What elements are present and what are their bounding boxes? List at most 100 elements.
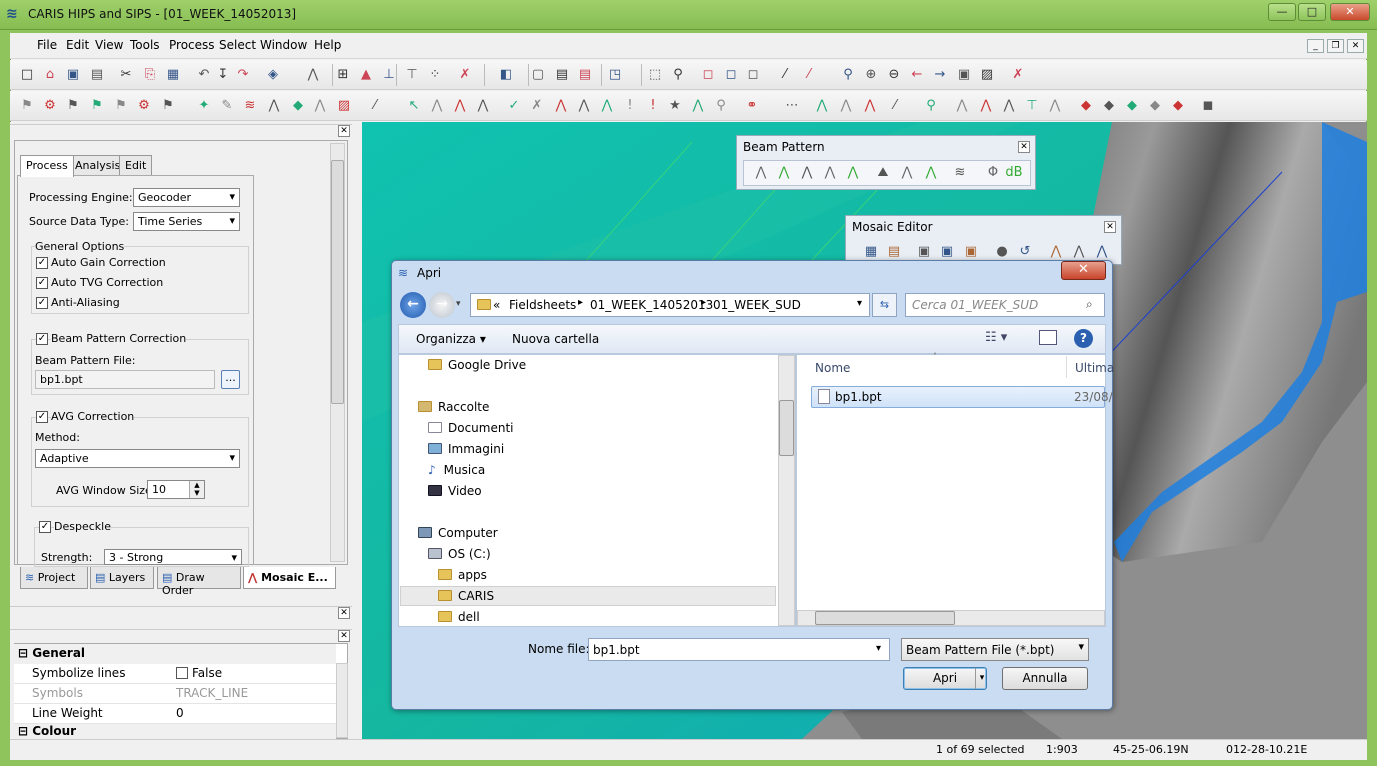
toolbar-tool-icon[interactable]: ▣ <box>955 66 973 84</box>
toolbar-tool-icon[interactable]: ⋀ <box>821 164 839 182</box>
nav-video[interactable]: Video <box>428 484 482 504</box>
toolbar-tool-icon[interactable]: ◆ <box>1169 97 1187 115</box>
close-icon[interactable]: ✕ <box>338 125 350 137</box>
method-select[interactable]: Adaptive <box>35 449 240 468</box>
toolbar-tool-icon[interactable]: ⋀ <box>598 97 616 115</box>
toolbar-tool-icon[interactable]: ▣ <box>962 243 980 261</box>
toolbar-tool-icon[interactable]: ⬚ <box>646 66 664 84</box>
search-input[interactable]: Cerca 01_WEEK_SUD <box>905 293 1105 317</box>
nav-documenti[interactable]: Documenti <box>428 421 514 441</box>
toolbar-tool-icon[interactable]: ⋀ <box>898 164 916 182</box>
avg-window-spinner[interactable]: ▲ ▼ <box>189 481 204 498</box>
toolbar-tool-icon[interactable]: ▤ <box>885 243 903 261</box>
nav-os-drive[interactable]: OS (C:) <box>428 547 491 567</box>
toolbar-tool-icon[interactable]: ⊞ <box>334 66 352 84</box>
engine-select[interactable]: Geocoder <box>133 188 240 207</box>
file-type-select[interactable]: Beam Pattern File (*.bpt) <box>901 638 1089 661</box>
refresh-button[interactable]: ⇆ <box>872 293 897 317</box>
filename-input[interactable]: bp1.bpt <box>588 638 890 661</box>
menu-help[interactable]: Help <box>314 38 341 52</box>
breadcrumb-sep-icon[interactable]: ▸ <box>701 297 706 308</box>
toolbar-tool-icon[interactable]: ⋀ <box>953 97 971 115</box>
minimize-button[interactable]: — <box>1268 3 1296 21</box>
toolbar-tool-icon[interactable]: ⋀ <box>752 164 770 182</box>
menu-window[interactable]: Window <box>260 38 307 52</box>
toolbar-tool-icon[interactable]: ⊤ <box>1023 97 1041 115</box>
toolbar-tool-icon[interactable]: ⎘ <box>141 66 159 84</box>
nav-scroll-thumb[interactable] <box>779 400 794 456</box>
toolbar-tool-icon[interactable]: ✎ <box>218 97 236 115</box>
toolbar-tool-icon[interactable]: ✗ <box>1009 66 1027 84</box>
toolbar-tool-icon[interactable]: ⋀ <box>428 97 446 115</box>
despeckle-checkbox[interactable]: ✓ <box>39 521 51 533</box>
toolbar-tool-icon[interactable]: ▣ <box>915 243 933 261</box>
tab-edit[interactable]: Edit <box>119 155 153 176</box>
toolbar-tool-icon[interactable]: ⚲ <box>839 66 857 84</box>
toolbar-tool-icon[interactable]: ⋀ <box>552 97 570 115</box>
toolbar-tool-icon[interactable]: ◻ <box>744 66 762 84</box>
toolbar-tool-icon[interactable]: ▣ <box>938 243 956 261</box>
mdi-restore-button[interactable]: ❐ <box>1327 39 1344 53</box>
toolbar-tool-icon[interactable]: ⌂ <box>41 66 59 84</box>
toolbar-tool-icon[interactable]: ⋀ <box>798 164 816 182</box>
section-colour[interactable]: ⊟ Colour <box>14 724 336 739</box>
toolbar-tool-icon[interactable]: ⋀ <box>922 164 940 182</box>
toolbar-tool-icon[interactable]: ↺ <box>1016 243 1034 261</box>
toolbar-tool-icon[interactable]: ⋀ <box>474 97 492 115</box>
toolbar-tool-icon[interactable]: ◆ <box>289 97 307 115</box>
breadcrumb-sep-icon[interactable]: ▸ <box>578 297 583 308</box>
toolbar-tool-icon[interactable]: ◆ <box>1146 97 1164 115</box>
strength-select[interactable]: 3 - Strong <box>104 549 242 565</box>
toolbar-tool-icon[interactable]: ▨ <box>335 97 353 115</box>
toolbar-tool-icon[interactable]: ◧ <box>497 66 515 84</box>
toolbar-tool-icon[interactable]: ⋀ <box>1070 243 1088 261</box>
toolbar-tool-icon[interactable]: ⋀ <box>837 97 855 115</box>
toolbar-tool-icon[interactable]: ⋀ <box>265 97 283 115</box>
toolbar-tool-icon[interactable]: ⚙ <box>135 97 153 115</box>
toolbar-tool-icon[interactable]: ↷ <box>234 66 252 84</box>
nav-immagini[interactable]: Immagini <box>428 442 504 462</box>
help-icon[interactable]: ? <box>1074 329 1093 348</box>
file-h-scroll-thumb[interactable] <box>815 611 955 625</box>
toolbar-tool-icon[interactable]: ★ <box>666 97 684 115</box>
menu-select[interactable]: Select <box>219 38 256 52</box>
toolbar-tool-icon[interactable]: ✦ <box>195 97 213 115</box>
breadcrumb-fieldsheets[interactable]: Fieldsheets <box>509 298 576 312</box>
toolbar-tool-icon[interactable]: ⚑ <box>64 97 82 115</box>
column-divider[interactable] <box>1066 356 1067 378</box>
toolbar-tool-icon[interactable]: ⊤ <box>403 66 421 84</box>
column-name[interactable]: Nome <box>815 361 850 375</box>
toolbar-tool-icon[interactable]: ▤ <box>553 66 571 84</box>
close-icon[interactable]: ✕ <box>338 630 350 642</box>
tab-project[interactable]: ≋ Project <box>20 567 88 589</box>
toolbar-tool-icon[interactable]: ⋀ <box>775 164 793 182</box>
toolbar-tool-icon[interactable]: ⋀ <box>311 97 329 115</box>
toolbar-tool-icon[interactable]: ⋀ <box>1093 243 1111 261</box>
dialog-close-button[interactable]: ✕ <box>1061 261 1106 280</box>
close-icon[interactable]: ✕ <box>1018 141 1030 153</box>
toolbar-tool-icon[interactable]: ◈ <box>264 66 282 84</box>
toolbar-tool-icon[interactable]: ⊖ <box>885 66 903 84</box>
browse-button[interactable]: ... <box>221 370 240 389</box>
toolbar-tool-icon[interactable]: ▲ <box>357 66 375 84</box>
nav-scrollbar[interactable] <box>778 355 795 626</box>
toolbar-tool-icon[interactable]: ↖ <box>405 97 423 115</box>
menu-view[interactable]: View <box>95 38 123 52</box>
view-options-icon[interactable]: ☷ ▾ <box>985 330 1007 345</box>
tab-analysis[interactable]: Analysis <box>69 155 127 176</box>
toolbar-tool-icon[interactable]: ✗ <box>528 97 546 115</box>
toolbar-tool-icon[interactable]: ⋀ <box>813 97 831 115</box>
toolbar-tool-icon[interactable]: ⚑ <box>18 97 36 115</box>
toolbar-tool-icon[interactable]: dB <box>1005 164 1023 182</box>
toolbar-tool-icon[interactable]: ⁄ <box>886 97 904 115</box>
search-icon[interactable]: ⌕ <box>1086 297 1093 312</box>
process-scroll-thumb[interactable] <box>331 160 344 404</box>
toolbar-tool-icon[interactable]: ⋀ <box>844 164 862 182</box>
toolbar-tool-icon[interactable]: ▢ <box>529 66 547 84</box>
beam-pattern-checkbox[interactable]: ✓ <box>36 333 48 345</box>
tab-mosaic-editor[interactable]: ⋀ Mosaic E... <box>243 567 336 589</box>
toolbar-tool-icon[interactable]: ! <box>644 97 662 115</box>
toolbar-tool-icon[interactable]: ◻ <box>722 66 740 84</box>
toolbar-tool-icon[interactable]: ≋ <box>241 97 259 115</box>
toolbar-tool-icon[interactable]: ⊕ <box>862 66 880 84</box>
